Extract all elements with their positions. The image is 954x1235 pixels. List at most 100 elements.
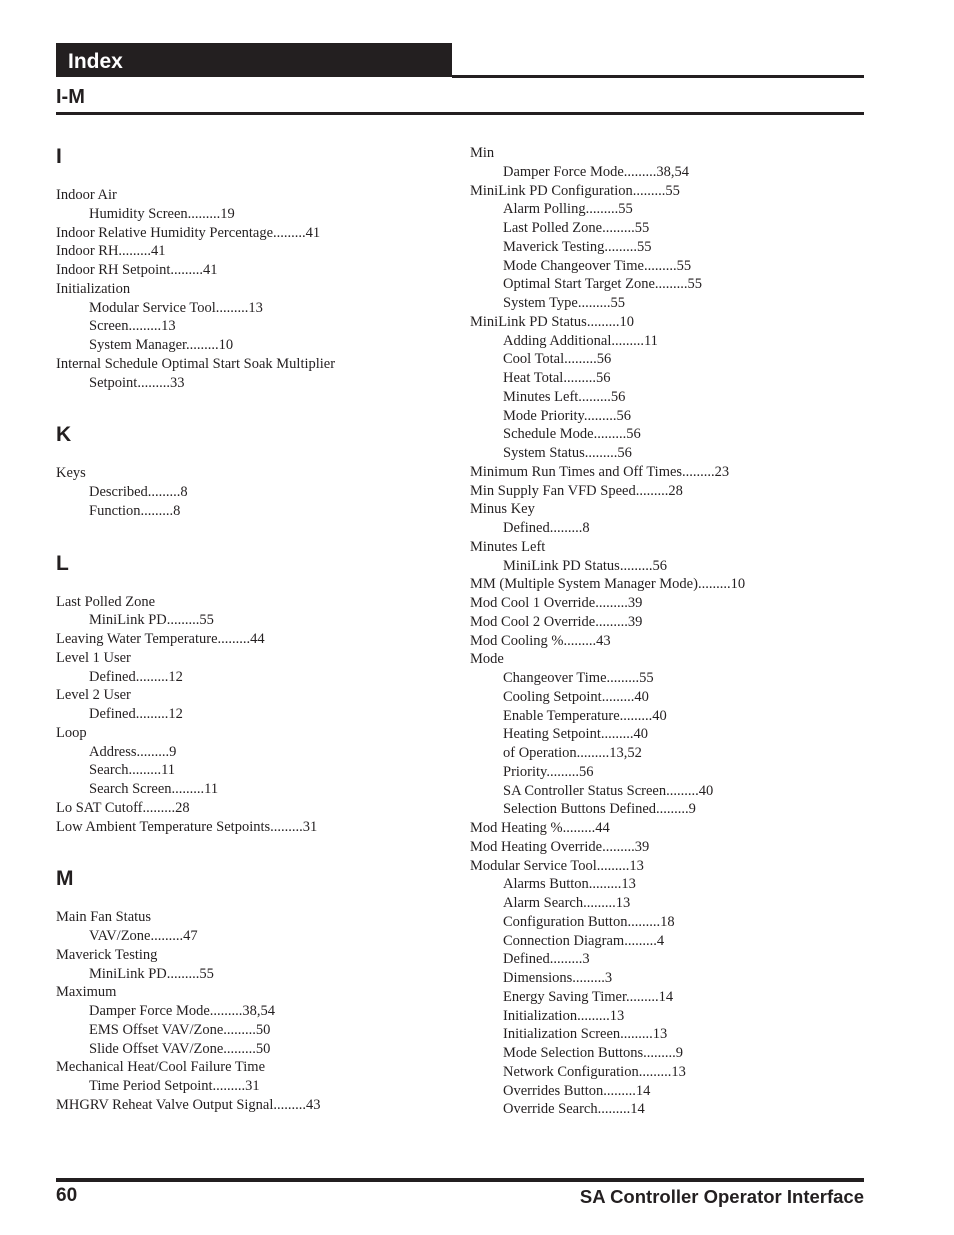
index-column-right: Min Damper Force Mode.........38,54 MiniLi… xyxy=(470,144,860,1119)
index-subentry: Address.........9 xyxy=(89,743,177,760)
index-subentry: Mode Changeover Time.........55 xyxy=(503,257,692,274)
index-entry: Indoor RH Setpoint.........41 xyxy=(56,262,218,278)
index-entry: Level 2 User xyxy=(56,687,131,704)
index-subentry: Modular Service Tool.........13 xyxy=(89,299,263,316)
index-subentry: Cooling Setpoint.........40 xyxy=(503,688,649,705)
index-subentry: Alarm Search.........13 xyxy=(503,895,631,911)
index-subentry: Last Polled Zone.........55 xyxy=(503,220,650,236)
index-subentry: Schedule Mode.........56 xyxy=(503,426,641,443)
index-entry: Loop xyxy=(56,724,87,741)
index-subentry: System Status.........56 xyxy=(503,445,632,461)
index-entry: Low Ambient Temperature Setpoints.......… xyxy=(56,818,318,835)
index-entry: Mod Heating Override.........39 xyxy=(470,838,650,855)
index-subentry: Heat Total.........56 xyxy=(503,370,611,386)
index-entry: Lo SAT Cutoff.........28 xyxy=(56,799,190,816)
index-subentry: Time Period Setpoint.........31 xyxy=(89,1078,260,1094)
index-subentry: Energy Saving Timer.........14 xyxy=(503,988,674,1005)
index-subentry: SA Controller Status Screen.........40 xyxy=(503,782,714,799)
index-subentry: Alarm Polling.........55 xyxy=(503,201,633,218)
index-subentry: Damper Force Mode.........38,54 xyxy=(503,163,690,180)
index-entry: Minus Key xyxy=(470,501,535,518)
index-subentry: Search Screen.........11 xyxy=(89,781,219,797)
index-entry: Modular Service Tool.........13 xyxy=(470,857,644,874)
index-letter-heading: L xyxy=(56,551,69,575)
index-subentry: Humidity Screen.........19 xyxy=(89,205,235,222)
index-entry: Minutes Left xyxy=(470,538,546,555)
index-subentry: Mode Priority.........56 xyxy=(503,407,631,424)
index-subentry: Enable Temperature.........40 xyxy=(503,707,667,724)
section-rule xyxy=(56,112,864,115)
index-subentry: System Manager.........10 xyxy=(89,337,234,353)
index-subentry: MiniLink PD.........55 xyxy=(89,965,214,982)
index-subentry: Dimensions.........3 xyxy=(503,970,613,986)
index-subentry: Initialization Screen.........13 xyxy=(503,1026,668,1043)
index-entry: MM (Multiple System Manager Mode).......… xyxy=(470,576,746,593)
index-entry: MiniLink PD Configuration.........55 xyxy=(470,182,680,199)
index-subentry: Adding Additional.........11 xyxy=(503,332,658,349)
index-subentry: Defined.........8 xyxy=(503,520,590,536)
index-entry: Indoor Relative Humidity Percentage.....… xyxy=(56,224,321,241)
index-subentry: Connection Diagram.........4 xyxy=(503,932,665,949)
header-rule xyxy=(452,75,864,78)
index-subentry: Heating Setpoint.........40 xyxy=(503,726,648,743)
index-subentry: Optimal Start Target Zone.........55 xyxy=(503,276,702,293)
index-subentry: Damper Force Mode.........38,54 xyxy=(89,1003,276,1019)
index-subentry: Mode Selection Buttons.........9 xyxy=(503,1045,684,1061)
index-subentry: Cool Total.........56 xyxy=(503,351,612,368)
index-entry: Indoor RH.........41 xyxy=(56,243,166,260)
index-entry: Mechanical Heat/Cool Failure Time xyxy=(56,1059,266,1076)
index-subentry: Network Configuration.........13 xyxy=(503,1063,686,1080)
index-title: Index xyxy=(68,50,123,73)
index-subentry: Priority.........56 xyxy=(503,763,594,780)
index-subentry: Overrides Button.........14 xyxy=(503,1082,651,1099)
index-subentry: Screen.........13 xyxy=(89,318,176,335)
index-entry: Min xyxy=(470,145,495,161)
index-entry: MiniLink PD Status.........10 xyxy=(470,313,634,330)
footer-rule xyxy=(56,1178,864,1182)
index-entry: Minimum Run Times and Off Times.........… xyxy=(470,463,730,480)
index-entry: Indoor Air xyxy=(56,187,117,203)
index-entry: Mode xyxy=(470,651,504,668)
index-entry: Min Supply Fan VFD Speed.........28 xyxy=(470,482,683,499)
index-subentry: System Type.........55 xyxy=(503,295,625,311)
index-letter-heading: I xyxy=(56,145,62,168)
index-subentry: Maverick Testing.........55 xyxy=(503,238,652,255)
index-subentry: Function.........8 xyxy=(89,502,181,519)
index-subentry: Selection Buttons Defined.........9 xyxy=(503,801,696,818)
index-subentry: Slide Offset VAV/Zone.........50 xyxy=(89,1040,271,1057)
index-subentry: Defined.........3 xyxy=(503,951,590,968)
index-subentry: Override Search.........14 xyxy=(503,1101,645,1118)
index-letter-heading: M xyxy=(56,867,74,891)
index-entry: Mod Heating %.........44 xyxy=(470,820,610,836)
index-entry: Mod Cool 2 Override.........39 xyxy=(470,613,643,630)
index-entry: Leaving Water Temperature.........44 xyxy=(56,631,265,647)
index-subentry: Minutes Left.........56 xyxy=(503,388,626,405)
index-entry: Keys xyxy=(56,465,86,482)
index-subentry: Alarms Button.........13 xyxy=(503,876,636,893)
index-subentry: Defined.........12 xyxy=(89,668,183,685)
index-subentry: VAV/Zone.........47 xyxy=(89,928,198,944)
index-letter-heading: K xyxy=(56,423,72,447)
index-entry: MHGRV Reheat Valve Output Signal........… xyxy=(56,1096,321,1113)
index-header: Index xyxy=(56,43,452,77)
index-subentry: Defined.........12 xyxy=(89,706,183,722)
index-subentry: Setpoint.........33 xyxy=(89,374,185,391)
index-entry: Main Fan Status xyxy=(56,909,152,926)
index-subentry: Initialization.........13 xyxy=(503,1007,625,1024)
index-subentry: MiniLink PD.........55 xyxy=(89,612,214,629)
index-column-left: I Indoor Air Humidity Screen.........19 Ind… xyxy=(56,146,436,1115)
index-entry: Level 1 User xyxy=(56,649,131,666)
index-entry: Maverick Testing xyxy=(56,946,158,963)
document-title: SA Controller Operator Interface xyxy=(579,1186,864,1207)
index-subentry: Configuration Button.........18 xyxy=(503,913,675,930)
index-entry: Mod Cooling %.........43 xyxy=(470,632,611,649)
page-number: 60 xyxy=(56,1185,78,1206)
index-subentry: MiniLink PD Status.........56 xyxy=(503,557,667,574)
index-entry: Last Polled Zone xyxy=(56,593,156,610)
index-subentry: Search.........11 xyxy=(89,762,176,779)
section-range-title: I-M xyxy=(56,86,85,108)
index-entry: Internal Schedule Optimal Start Soak Mul… xyxy=(56,355,336,372)
index-subentry: Changeover Time.........55 xyxy=(503,670,654,686)
index-entry: Mod Cool 1 Override.........39 xyxy=(470,595,643,611)
index-entry: Initialization xyxy=(56,280,131,297)
